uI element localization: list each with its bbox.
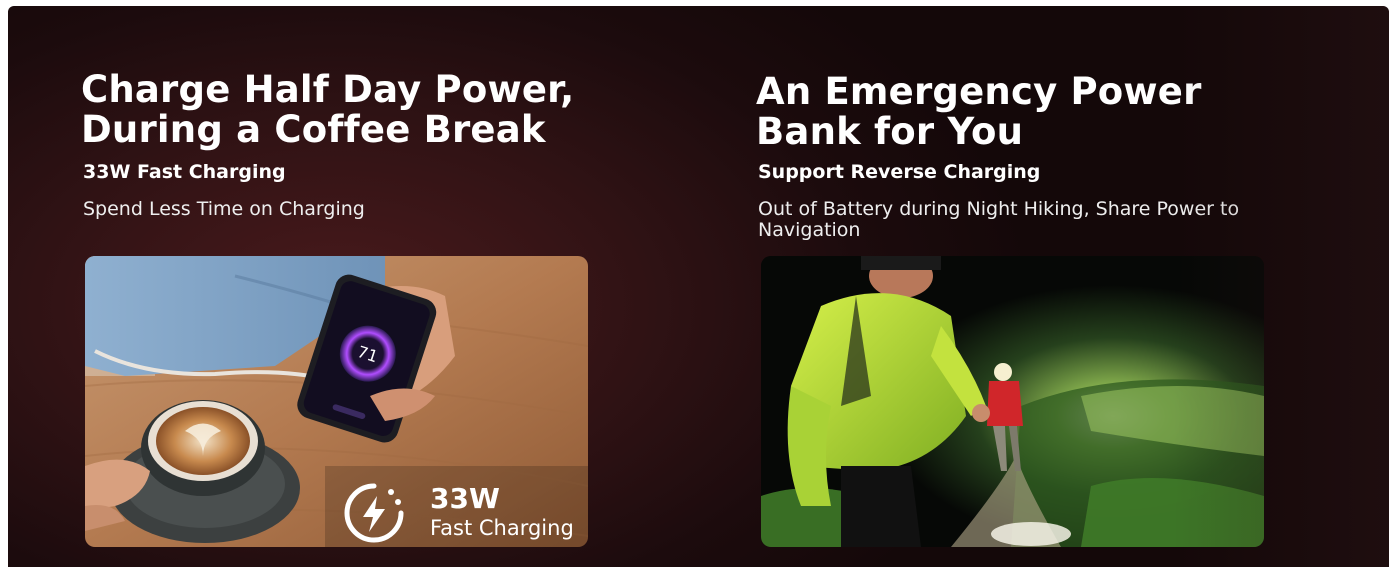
reverse-charging-headline: An Emergency Power Bank for You (756, 70, 1202, 153)
fast-charging-headline: Charge Half Day Power, During a Coffee B… (81, 68, 575, 151)
reverse-charging-description: Out of Battery during Night Hiking, Shar… (758, 198, 1240, 241)
night-hiking-photo (761, 256, 1264, 547)
badge-watt-label: 33W (430, 482, 500, 515)
night-hiking-illustration (761, 256, 1264, 547)
coffee-phone-photo: 71 33W Fast Charging (85, 256, 588, 547)
promo-banner: Charge Half Day Power, During a Coffee B… (8, 6, 1389, 567)
fast-charge-bolt-icon (344, 483, 404, 543)
fast-charging-badge: 33W Fast Charging (343, 478, 583, 544)
reverse-charging-subheadline: Support Reverse Charging (758, 161, 1041, 183)
reverse-charging-panel: An Emergency Power Bank for You Support … (756, 6, 1316, 567)
fast-charging-description: Spend Less Time on Charging (83, 198, 365, 220)
fast-charging-subheadline: 33W Fast Charging (83, 161, 286, 183)
fast-charging-panel: Charge Half Day Power, During a Coffee B… (81, 6, 641, 567)
badge-caption-label: Fast Charging (430, 516, 574, 540)
